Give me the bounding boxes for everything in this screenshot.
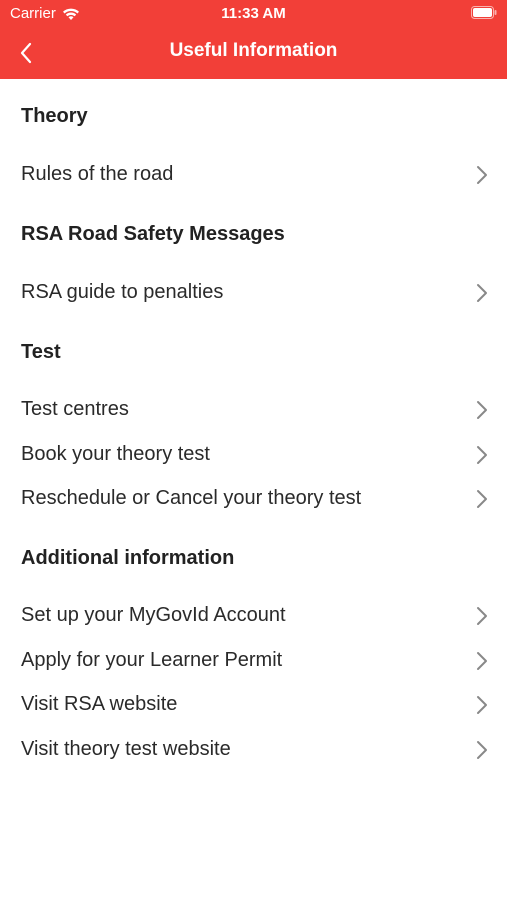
list-item-label: Visit theory test website: [21, 738, 231, 760]
battery-icon: [471, 6, 497, 19]
list-item-rsa-guide-penalties[interactable]: RSA guide to penalties: [0, 275, 507, 311]
list-item-label: Book your theory test: [21, 443, 210, 465]
chevron-right-icon: [477, 741, 487, 759]
section-title-theory: Theory: [21, 105, 88, 127]
nav-bar: Useful Information: [0, 28, 507, 79]
list-item-label: Reschedule or Cancel your theory test: [21, 487, 362, 509]
list-item-label: Apply for your Learner Permit: [21, 649, 283, 671]
section-title-test: Test: [21, 341, 61, 363]
list-item-book-theory-test[interactable]: Book your theory test: [0, 437, 507, 473]
section-title-additional-information: Additional information: [21, 547, 235, 569]
status-time: 11:33 AM: [221, 5, 286, 22]
chevron-right-icon: [477, 490, 487, 508]
list-item-test-centres[interactable]: Test centres: [0, 392, 507, 428]
list-item-mygovid-account[interactable]: Set up your MyGovId Account: [0, 598, 507, 634]
chevron-right-icon: [477, 446, 487, 464]
list-item-theory-test-website[interactable]: Visit theory test website: [0, 732, 507, 768]
chevron-right-icon: [477, 607, 487, 625]
chevron-right-icon: [477, 284, 487, 302]
list-item-label: Rules of the road: [21, 163, 174, 185]
list-item-label: Visit RSA website: [21, 693, 178, 715]
list-item-rsa-website[interactable]: Visit RSA website: [0, 687, 507, 723]
chevron-right-icon: [477, 401, 487, 419]
list-item-label: RSA guide to penalties: [21, 281, 224, 303]
chevron-right-icon: [477, 696, 487, 714]
list-item-label: Test centres: [21, 398, 129, 420]
list-item-label: Set up your MyGovId Account: [21, 604, 286, 626]
status-bar: Carrier 11:33 AM: [0, 0, 507, 28]
list-item-rules-of-the-road[interactable]: Rules of the road: [0, 157, 507, 193]
page-title: Useful Information: [169, 40, 338, 61]
list-item-reschedule-theory-test[interactable]: Reschedule or Cancel your theory test: [0, 481, 507, 517]
section-title-rsa-road-safety: RSA Road Safety Messages: [21, 223, 285, 245]
header: Carrier 11:33 AM Useful Information: [0, 0, 507, 79]
chevron-right-icon: [477, 652, 487, 670]
chevron-right-icon: [477, 166, 487, 184]
list-item-learner-permit[interactable]: Apply for your Learner Permit: [0, 643, 507, 679]
